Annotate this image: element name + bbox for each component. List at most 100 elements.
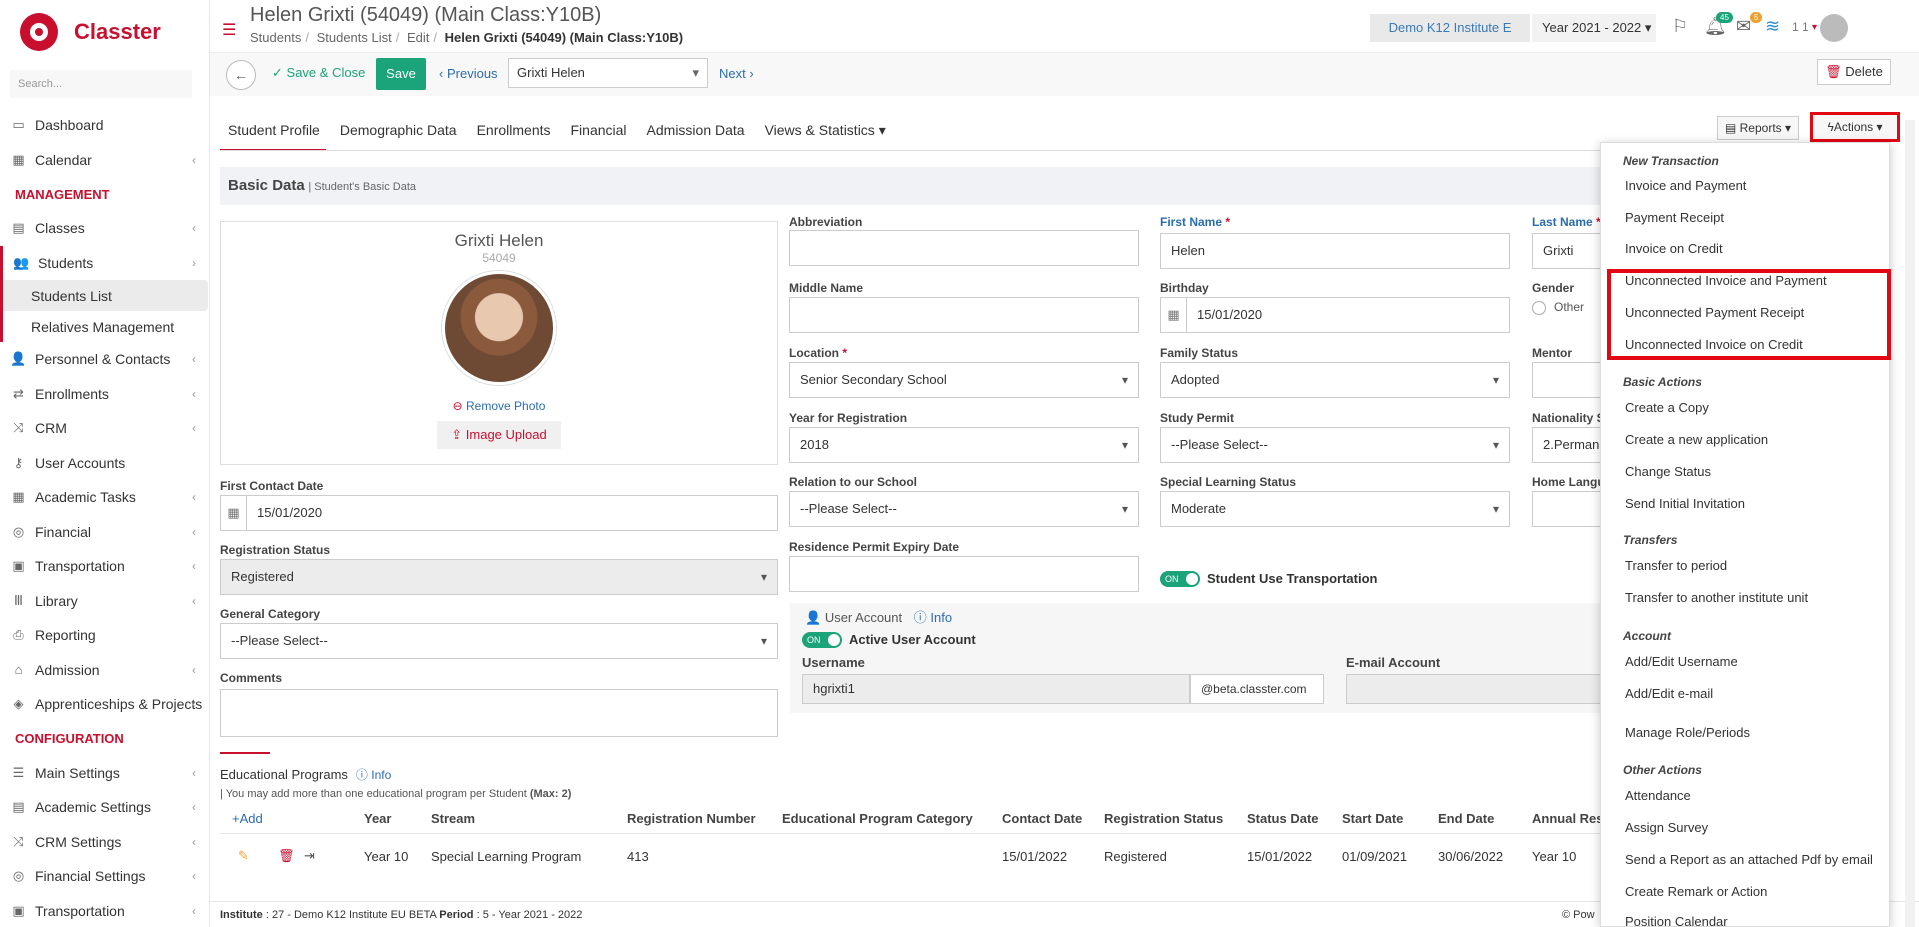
family-status-select[interactable]: Adopted	[1160, 362, 1510, 398]
institute-button[interactable]: Demo K12 Institute E	[1370, 14, 1530, 42]
special-learning-select[interactable]: Moderate	[1160, 491, 1510, 527]
menu-item-create-remark[interactable]: Create Remark or Action	[1625, 884, 1767, 899]
sidebar-item-enrollments[interactable]: ⇄ Enrollments ‹	[0, 377, 210, 412]
relation-select[interactable]: --Please Select--	[789, 491, 1139, 527]
back-button[interactable]: ←	[226, 60, 256, 90]
user-avatar[interactable]	[1820, 14, 1848, 42]
sidebar-item-transportation-settings[interactable]: ▣ Transportation ‹	[0, 894, 210, 927]
save-close-button[interactable]: ✓ Save & Close	[272, 65, 365, 81]
menu-item-create-copy[interactable]: Create a Copy	[1625, 400, 1709, 415]
next-link[interactable]: Next ›	[719, 66, 754, 81]
year-select[interactable]: Year 2021 - 2022 ▾	[1532, 14, 1656, 42]
sidebar-item-apprenticeships[interactable]: ◈ Apprenticeships & Projects ‹	[0, 687, 210, 722]
layers-icon[interactable]: ≋	[1765, 16, 1780, 37]
page-scrollbar[interactable]	[1905, 120, 1915, 927]
sidebar-item-financial-settings[interactable]: ◎ Financial Settings ‹	[0, 859, 210, 894]
comments-textarea[interactable]	[220, 689, 778, 737]
active-account-toggle[interactable]: ON	[802, 632, 842, 648]
student-select[interactable]: Grixti Helen	[508, 58, 708, 88]
abbreviation-input[interactable]	[789, 230, 1139, 266]
previous-link[interactable]: ‹ Previous	[439, 66, 498, 81]
tab-financial[interactable]: Financial	[563, 108, 633, 151]
sidebar-item-classes[interactable]: ▤ Classes ‹	[0, 211, 210, 246]
calendar-icon[interactable]: ▦	[221, 496, 247, 530]
image-upload-button[interactable]: ⇪ Image Upload	[437, 421, 561, 449]
menu-item-send-initial-invitation[interactable]: Send Initial Invitation	[1625, 496, 1745, 511]
menu-item-manage-role[interactable]: Manage Role/Periods	[1625, 725, 1750, 740]
general-category-select[interactable]: --Please Select--	[220, 623, 778, 659]
mail-icon[interactable]: ✉	[1736, 16, 1751, 37]
menu-item-edit-email[interactable]: Add/Edit e-mail	[1625, 686, 1713, 701]
first-contact-input[interactable]: ▦ 15/01/2020	[220, 495, 778, 531]
sidebar-item-reporting[interactable]: ⎙ Reporting	[0, 618, 210, 653]
sidebar-item-relatives-management[interactable]: Relatives Management	[0, 311, 210, 342]
sidebar-item-library[interactable]: Ⅲ Library ‹	[0, 584, 210, 619]
sidebar-item-main-settings[interactable]: ☰ Main Settings ‹	[0, 756, 210, 791]
flag-icon[interactable]: ⚐	[1672, 16, 1688, 37]
menu-item-edit-username[interactable]: Add/Edit Username	[1625, 654, 1738, 669]
breadcrumb-edit[interactable]: Edit	[407, 30, 429, 45]
edit-pencil-icon[interactable]: ✎	[238, 848, 249, 864]
registration-status-select[interactable]: Registered	[220, 559, 778, 595]
menu-item-payment-receipt[interactable]: Payment Receipt	[1625, 210, 1724, 225]
brand-logo[interactable]: Classter	[20, 10, 200, 54]
email-account-input[interactable]	[1346, 674, 1606, 704]
menu-item-position-calendar[interactable]: Position Calendar	[1625, 914, 1728, 927]
transportation-toggle[interactable]: ON	[1160, 571, 1200, 587]
year-registration-select[interactable]: 2018	[789, 427, 1139, 463]
menu-item-transfer-institute[interactable]: Transfer to another institute unit	[1625, 590, 1808, 605]
delete-button[interactable]: 🗑︎ Delete	[1817, 59, 1891, 85]
sidebar-item-crm[interactable]: ⤨ CRM ‹	[0, 411, 210, 446]
menu-item-invoice-credit[interactable]: Invoice on Credit	[1625, 241, 1723, 256]
tab-student-profile[interactable]: Student Profile	[220, 108, 326, 151]
breadcrumb-students[interactable]: Students	[250, 30, 301, 45]
next-label: Next	[719, 66, 746, 81]
edu-info-link[interactable]: ⓘ Info	[356, 768, 391, 782]
caret-down-icon[interactable]: ▾	[1812, 22, 1817, 33]
actions-button[interactable]: ϟActions ▾	[1810, 112, 1900, 142]
add-program-button[interactable]: +Add	[232, 811, 263, 826]
sidebar-item-financial[interactable]: ◎ Financial ‹	[0, 515, 210, 550]
menu-item-transfer-period[interactable]: Transfer to period	[1625, 558, 1727, 573]
breadcrumb-students-list[interactable]: Students List	[317, 30, 392, 45]
first-name-input[interactable]: Helen	[1160, 233, 1510, 269]
user-account-info-link[interactable]: ⓘ Info	[914, 610, 952, 625]
gender-other-radio[interactable]: Other	[1532, 300, 1584, 315]
chevron-left-icon: ‹	[439, 66, 444, 81]
sidebar-item-academic-settings[interactable]: ▤ Academic Settings ‹	[0, 790, 210, 825]
calendar-icon[interactable]: ▦	[1161, 298, 1187, 332]
tab-enrollments[interactable]: Enrollments	[469, 108, 557, 151]
menu-item-create-application[interactable]: Create a new application	[1625, 432, 1768, 447]
menu-item-invoice-payment[interactable]: Invoice and Payment	[1625, 178, 1746, 193]
menu-item-assign-survey[interactable]: Assign Survey	[1625, 820, 1708, 835]
trash-icon[interactable]: 🗑︎	[278, 848, 295, 864]
sign-in-icon[interactable]: ⇥	[304, 848, 315, 864]
sidebar-item-transportation[interactable]: ▣ Transportation ‹	[0, 549, 210, 584]
sidebar-item-crm-settings[interactable]: ⤨ CRM Settings ‹	[0, 825, 210, 860]
birthday-input[interactable]: ▦ 15/01/2020	[1160, 297, 1510, 333]
remove-photo-link[interactable]: ⊖ Remove Photo	[221, 399, 777, 413]
save-button[interactable]: Save	[376, 58, 426, 90]
menu-item-change-status[interactable]: Change Status	[1625, 464, 1711, 479]
sidebar-item-calendar[interactable]: ▦ Calendar ‹	[0, 143, 210, 178]
menu-item-send-report-pdf[interactable]: Send a Report as an attached Pdf by emai…	[1625, 852, 1873, 867]
sidebar-item-students-list[interactable]: Students List	[0, 280, 208, 311]
location-select[interactable]: Senior Secondary School	[789, 362, 1139, 398]
middle-name-input[interactable]	[789, 297, 1139, 333]
study-permit-select[interactable]: --Please Select--	[1160, 427, 1510, 463]
tab-views-statistics[interactable]: Views & Statistics ▾	[757, 108, 892, 151]
sidebar-search-input[interactable]: Search...	[10, 70, 192, 98]
sidebar-item-students[interactable]: 👥 Students ›	[0, 245, 210, 280]
residence-permit-input[interactable]	[789, 556, 1139, 592]
sidebar-item-user-accounts[interactable]: ⚷ User Accounts	[0, 446, 210, 481]
sidebar-item-academic-tasks[interactable]: ▦ Academic Tasks ‹	[0, 480, 210, 515]
tab-admission-data[interactable]: Admission Data	[639, 108, 751, 151]
hamburger-menu-icon[interactable]: ☰	[222, 20, 236, 40]
menu-item-attendance[interactable]: Attendance	[1625, 788, 1691, 803]
username-input[interactable]: hgrixti1	[802, 674, 1190, 704]
sidebar-item-admission[interactable]: ⌂ Admission ‹	[0, 653, 210, 688]
reports-button[interactable]: ▤ Reports ▾	[1717, 116, 1799, 140]
tab-demographic-data[interactable]: Demographic Data	[332, 108, 463, 151]
sidebar-item-dashboard[interactable]: ▭ Dashboard	[0, 108, 210, 143]
sidebar-item-personnel[interactable]: 👤 Personnel & Contacts ‹	[0, 342, 210, 377]
